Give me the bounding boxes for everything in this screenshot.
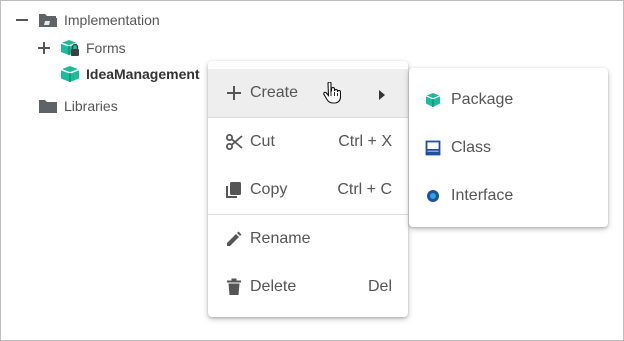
collapse-toggle[interactable]	[14, 13, 30, 27]
menu-label-rename: Rename	[250, 230, 311, 247]
tree-label-ideamanagement: IdeaManagement	[86, 66, 200, 82]
copy-icon	[224, 180, 244, 200]
expand-toggle[interactable]	[37, 41, 51, 55]
scissors-icon	[224, 132, 244, 152]
package-icon	[423, 90, 443, 110]
package-icon	[60, 65, 80, 83]
shortcut-copy: Ctrl + C	[337, 181, 392, 198]
tree-node-forms[interactable]: Forms	[37, 37, 126, 59]
menu-label-cut: Cut	[250, 133, 275, 150]
context-menu: Create Cut Ctrl + X Copy Ctrl + C Rename…	[208, 61, 408, 317]
menu-item-delete[interactable]: Delete Del	[208, 263, 408, 311]
submenu-label-class: Class	[451, 139, 492, 156]
menu-label-copy: Copy	[250, 181, 288, 198]
shortcut-cut: Ctrl + X	[338, 133, 392, 150]
tree-node-ideamanagement[interactable]: IdeaManagement	[60, 63, 200, 85]
submenu-label-interface: Interface	[451, 187, 514, 204]
menu-item-create[interactable]: Create	[208, 69, 408, 117]
tree-node-libraries[interactable]: Libraries	[38, 95, 118, 117]
tree-label-forms: Forms	[86, 40, 126, 56]
open-folder-icon	[38, 11, 58, 29]
shortcut-delete: Del	[367, 278, 392, 295]
trash-icon	[224, 277, 244, 297]
menu-item-rename[interactable]: Rename	[208, 215, 408, 263]
class-icon	[423, 138, 443, 158]
folder-icon	[38, 97, 58, 115]
plus-icon	[224, 83, 244, 103]
tree-label-implementation: Implementation	[64, 12, 160, 28]
locked-package-icon	[60, 39, 80, 57]
submenu-item-interface[interactable]: Interface	[409, 172, 608, 220]
tree-label-libraries: Libraries	[64, 98, 118, 114]
submenu-label-package: Package	[451, 91, 514, 108]
menu-item-cut[interactable]: Cut Ctrl + X	[208, 118, 408, 166]
create-submenu: Package Class Interface	[409, 68, 608, 227]
menu-label-delete: Delete	[250, 278, 297, 295]
menu-label-create: Create	[250, 84, 299, 101]
hand-cursor-icon	[323, 81, 342, 109]
pencil-icon	[224, 229, 244, 249]
tree-node-implementation[interactable]: Implementation	[14, 9, 160, 31]
submenu-item-package[interactable]: Package	[409, 76, 608, 124]
interface-icon	[423, 186, 443, 206]
submenu-arrow-icon	[378, 87, 386, 105]
menu-item-copy[interactable]: Copy Ctrl + C	[208, 166, 408, 214]
submenu-item-class[interactable]: Class	[409, 124, 608, 172]
